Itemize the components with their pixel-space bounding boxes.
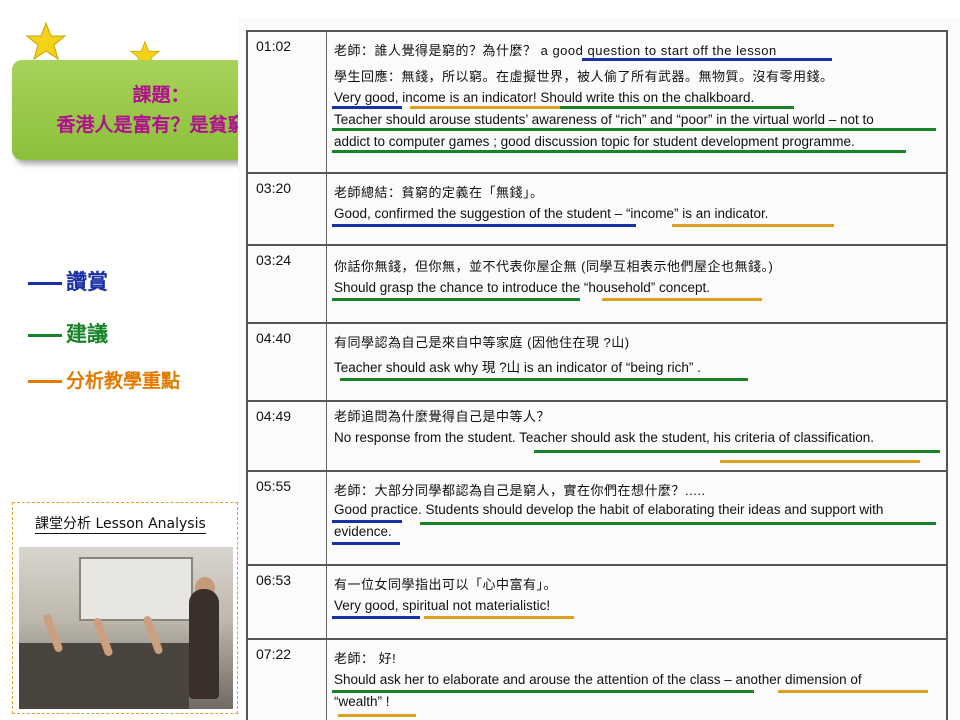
timestamp: 04:40 [256, 330, 292, 346]
analysis-underline [602, 298, 762, 301]
lesson-analysis-title: 課堂分析 Lesson Analysis [35, 513, 206, 534]
suggestion-underline [340, 378, 748, 381]
legend-praise-label: 讚賞 [66, 270, 108, 294]
praise-underline [582, 58, 832, 61]
legend-analysis: 分析教學重點 [28, 366, 180, 393]
legend-line-blue [28, 281, 62, 285]
analysis-underline [424, 616, 574, 619]
suggestion-underline [332, 298, 580, 301]
column-divider [326, 246, 327, 322]
transcript-line: addict to computer games ; good discussi… [334, 134, 855, 149]
transcript-line: Should grasp the chance to introduce the… [334, 280, 711, 295]
timestamp: 01:02 [256, 38, 292, 54]
analysis-underline [672, 224, 834, 227]
transcript-line: 老師：誰人覺得是窮的？為什麼？ a good question to start… [334, 43, 777, 58]
timestamp: 07:22 [256, 646, 292, 662]
star-icon [26, 22, 66, 60]
transcript-line: 老師追問為什麼覺得自己是中等人？ [334, 409, 551, 424]
suggestion-underline [534, 450, 940, 453]
suggestion-underline [332, 150, 906, 153]
analysis-underline [778, 690, 928, 693]
column-divider [326, 174, 327, 244]
timestamp: 06:53 [256, 572, 292, 588]
suggestion-underline [420, 522, 936, 525]
transcript-line: 老師： 好! [334, 651, 397, 666]
transcript-line: Very good, income is an indicator! Shoul… [334, 90, 755, 105]
timestamp: 03:24 [256, 252, 292, 268]
suggestion-underline [560, 106, 794, 109]
transcript-row: 07:22 老師： 好! Should ask her to elaborate… [246, 638, 948, 720]
legend-praise: 讚賞 [28, 266, 108, 296]
praise-underline [332, 106, 402, 109]
legend-analysis-label: 分析教學重點 [66, 370, 181, 392]
transcript-row: 04:49 老師追問為什麼覺得自己是中等人？ No response from … [246, 400, 948, 470]
transcript-line: evidence. [334, 524, 392, 539]
legend-suggestion: 建議 [28, 318, 108, 348]
analysis-underline [720, 460, 920, 463]
column-divider [326, 472, 327, 564]
transcript-row: 06:53 有一位女同學指出可以「心中富有」。 Very good, spiri… [246, 564, 948, 638]
classroom-photo [19, 547, 233, 709]
transcript-line: Teacher should ask why 現 ?山 is an indica… [334, 360, 701, 375]
transcript-line: Good, confirmed the suggestion of the st… [334, 206, 769, 221]
transcript-row: 05:55 老師：大部分同學都認為自己是窮人，實在你們在想什麼？..... Go… [246, 470, 948, 564]
transcript-line: Very good, spiritual not materialistic! [334, 598, 551, 613]
legend-line-green [28, 333, 62, 337]
analysis-underline [410, 106, 560, 109]
transcript-line: Teacher should arouse students’ awarenes… [334, 112, 874, 127]
transcript-row: 03:24 你話你無錢，但你無，並不代表你屋企無 (同學互相表示他們屋企也無錢。… [246, 244, 948, 322]
column-divider [326, 402, 327, 470]
transcript-line: 學生回應：無錢，所以窮。在虛擬世界，被人偷了所有武器。無物質。沒有零用錢。 [334, 69, 834, 84]
transcript-line: No response from the student. Teacher sh… [334, 430, 875, 445]
praise-underline [332, 542, 400, 545]
transcript-row: 03:20 老師總結：貧窮的定義在「無錢」。 Good, confirmed t… [246, 172, 948, 244]
column-divider [326, 32, 327, 172]
transcript-line: Should ask her to elaborate and arouse t… [334, 672, 862, 687]
lesson-analysis-panel: 課堂分析 Lesson Analysis [12, 502, 238, 714]
analysis-underline [338, 714, 416, 717]
column-divider [326, 566, 327, 638]
suggestion-underline [332, 690, 754, 693]
praise-underline [332, 520, 402, 523]
transcript-row: 04:40 有同學認為自己是來自中等家庭 (因他住在現 ?山) Teacher … [246, 322, 948, 400]
timestamp: 05:55 [256, 478, 292, 494]
transcript-line: 有同學認為自己是來自中等家庭 (因他住在現 ?山) [334, 335, 630, 350]
whiteboard [79, 557, 193, 621]
timestamp: 04:49 [256, 408, 292, 424]
transcript-line: 老師總結：貧窮的定義在「無錢」。 [334, 185, 544, 200]
transcript-row: 01:02 老師：誰人覺得是窮的？為什麼？ a good question to… [246, 30, 948, 172]
timestamp: 03:20 [256, 180, 292, 196]
legend-line-orange [28, 380, 62, 383]
transcript-line: Good practice. Students should develop t… [334, 502, 884, 517]
transcript-line: 有一位女同學指出可以「心中富有」。 [334, 577, 558, 592]
suggestion-underline [332, 128, 936, 131]
column-divider [326, 324, 327, 400]
praise-underline [332, 616, 420, 619]
transcript-line: 老師：大部分同學都認為自己是窮人，實在你們在想什麼？..... [334, 483, 706, 498]
praise-underline [332, 224, 636, 227]
transcript-line: “wealth” ! [334, 694, 390, 709]
legend-suggestion-label: 建議 [66, 322, 108, 346]
column-divider [326, 640, 327, 720]
teacher-figure [189, 589, 219, 699]
transcript-line: 你話你無錢，但你無，並不代表你屋企無 (同學互相表示他們屋企也無錢。) [334, 259, 774, 274]
